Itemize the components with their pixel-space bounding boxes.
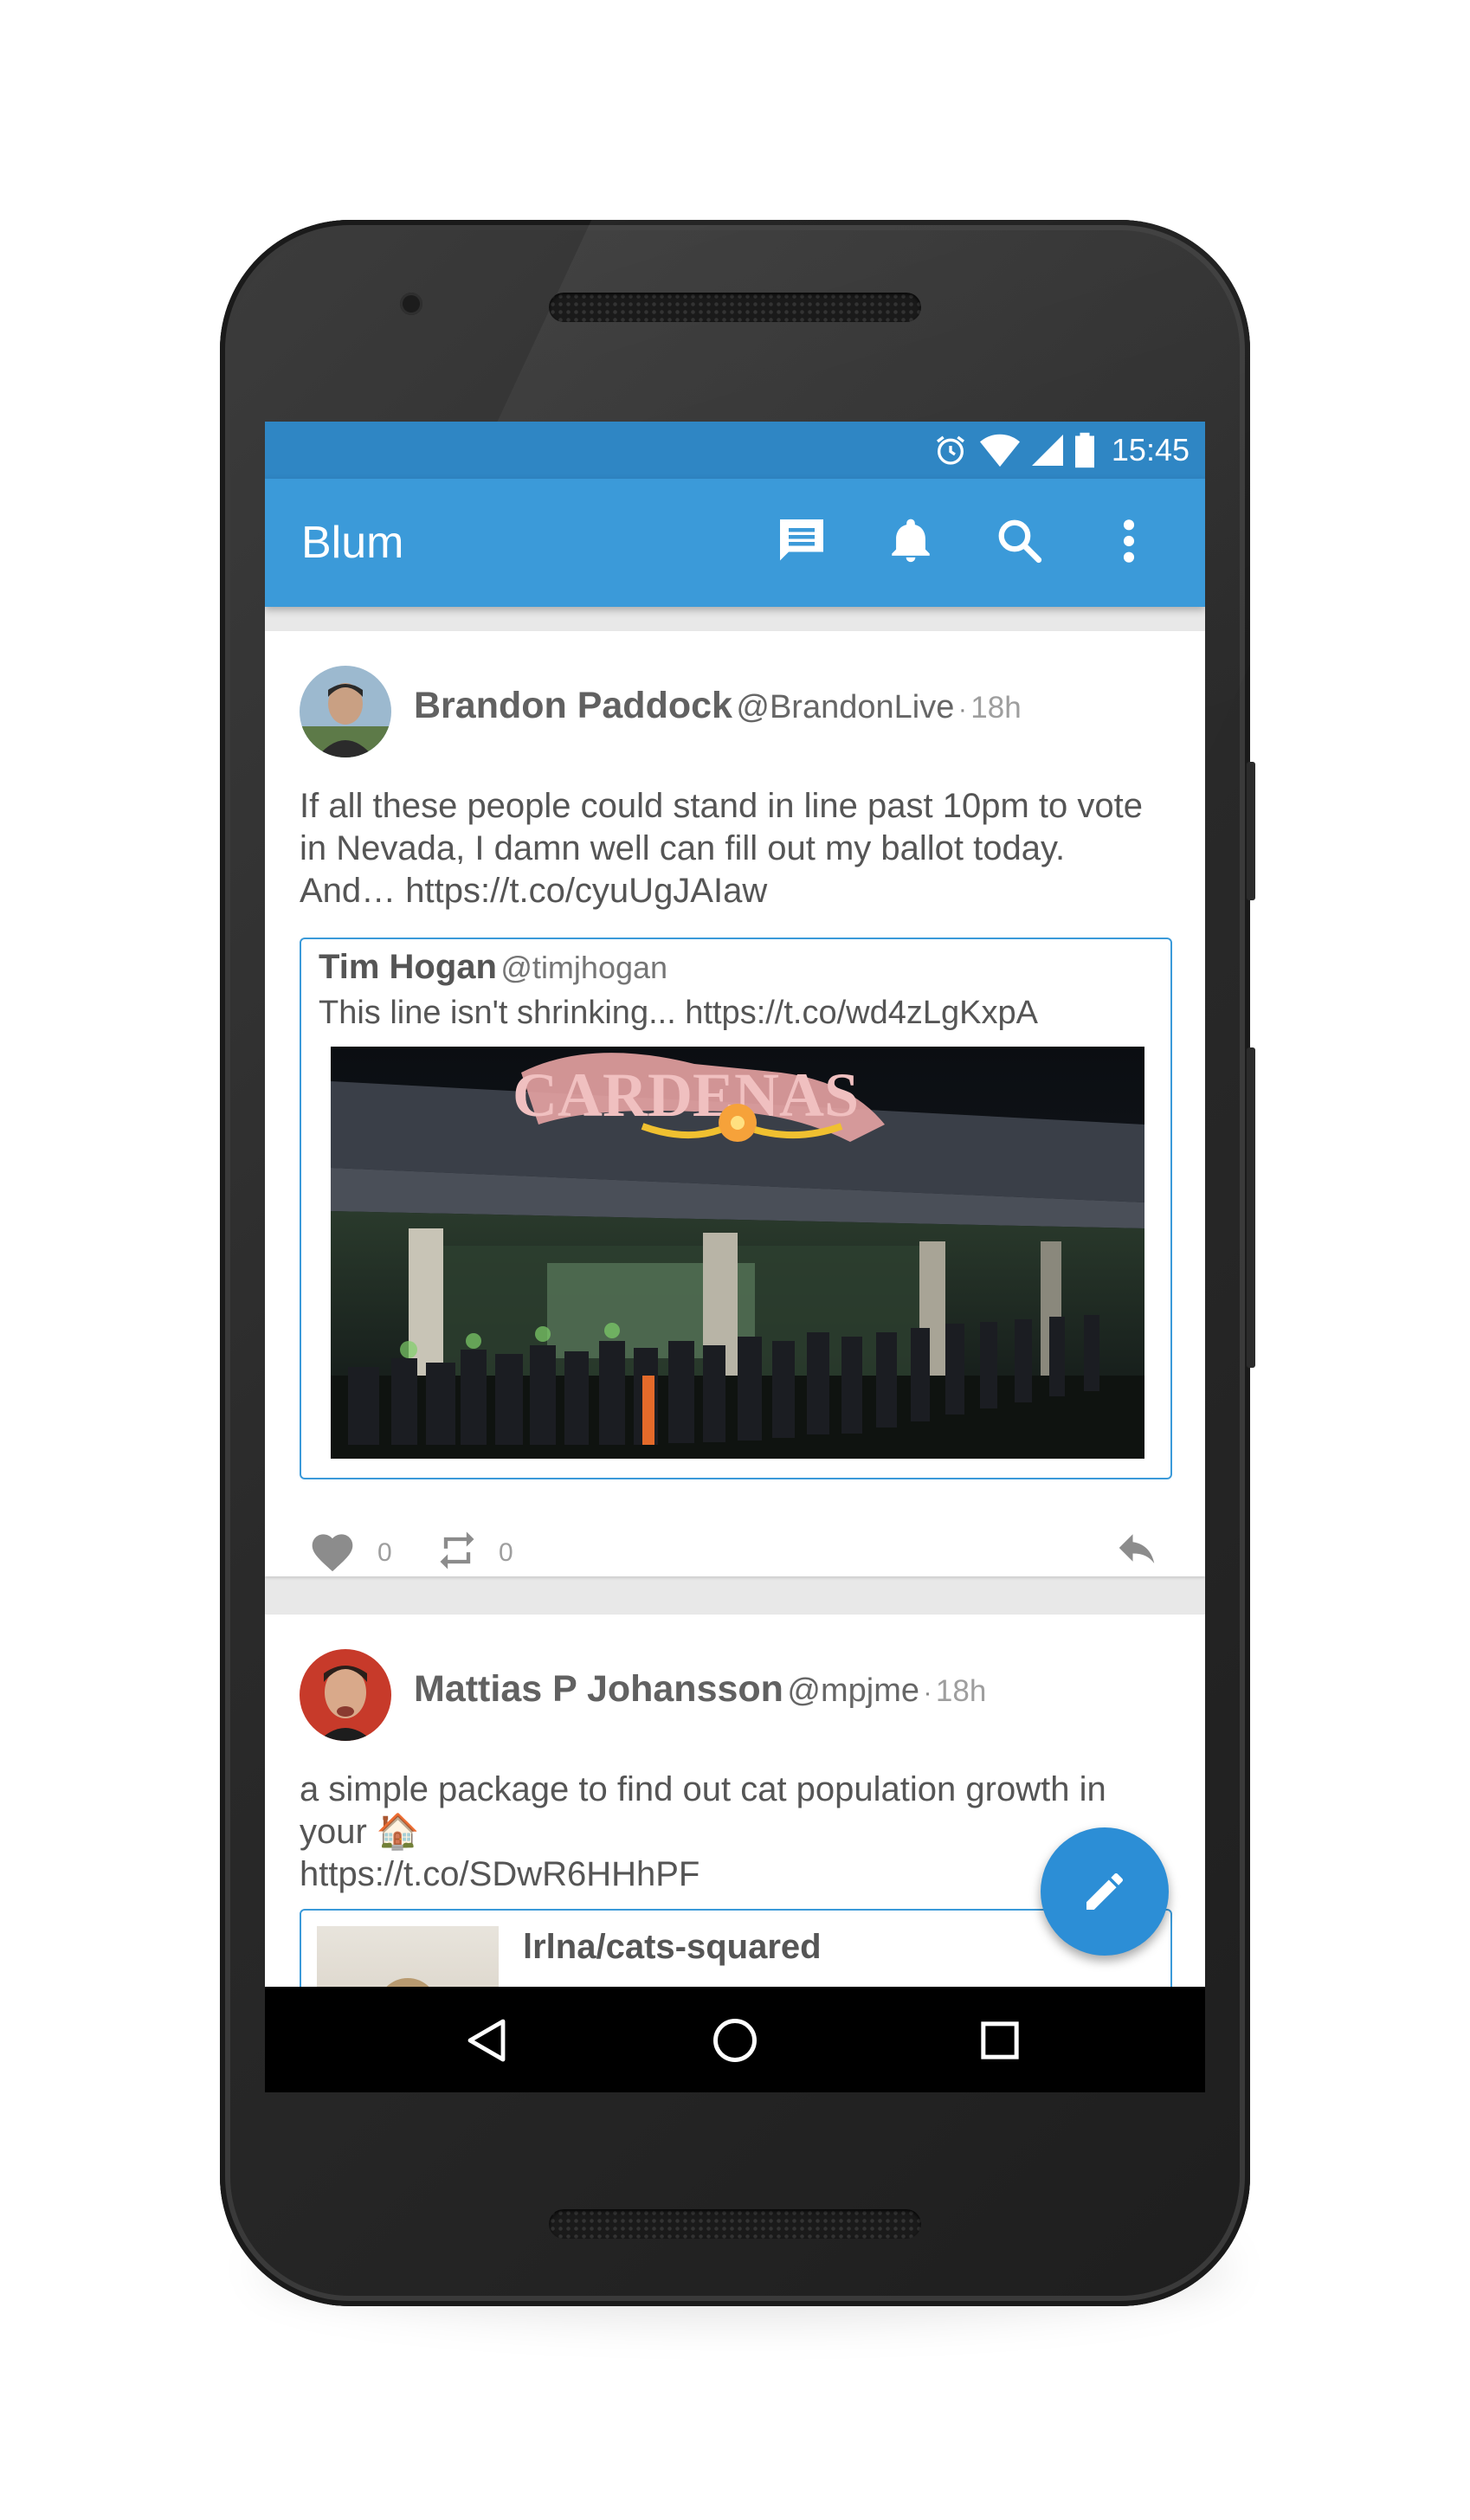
bottom-speaker [549,2209,921,2239]
tweet-time: 18h [935,1674,987,1708]
battery-icon [1074,432,1094,468]
link-card-title: lrlna/cats-squared [523,1928,822,1966]
tweet-header: Mattias P Johansson @mpjme · 18h [414,1668,986,1711]
alarm-icon [936,435,964,465]
author-name[interactable]: Brandon Paddock [414,685,732,726]
reply-icon [1119,1534,1155,1563]
compose-icon [1086,1872,1124,1910]
recents-button[interactable] [969,2009,1031,2072]
app-bar: Blum [265,479,1205,607]
messages-button[interactable] [770,510,833,572]
tweet-text: a simple package to find out cat populat… [300,1769,1165,1896]
store-sign: CARDENAS [513,1060,859,1130]
quoted-author-handle: @timjhogan [500,950,668,985]
like-count: 0 [377,1538,392,1567]
front-camera [400,293,422,315]
power-button [1247,762,1255,900]
tweet-actions: 0 0 [265,1514,1205,1583]
overflow-menu-icon [1123,519,1135,563]
notifications-icon [892,519,930,563]
avatar[interactable] [300,666,391,757]
tweet-card[interactable]: Brandon Paddock @BrandonLive · 18h If al… [265,631,1205,1576]
quoted-author-name: Tim Hogan [319,948,497,986]
heart-icon [312,1534,353,1572]
tweet-link[interactable]: https://t.co/SDwR6HHhPF [300,1853,1165,1896]
home-button[interactable] [704,2009,766,2072]
messages-icon [780,519,823,561]
status-icons: 15:45 [933,430,1190,470]
top-speaker [549,293,921,322]
tweet-text: If all these people could stand in line … [300,787,1143,910]
retweet-button[interactable] [435,1528,487,1576]
tweet-header: Brandon Paddock @BrandonLive · 18h [414,685,1022,727]
retweet-icon [440,1531,474,1569]
status-bar: 15:45 [265,422,1205,479]
quoted-photo[interactable]: CARDENAS [331,1047,1144,1459]
separator-dot: · [923,1679,932,1707]
quoted-tweet[interactable]: Tim Hogan @timjhogan This line isn't shr… [300,938,1172,1479]
author-handle[interactable]: @BrandonLive [736,689,954,725]
tweet-text-line: your 🏠 [300,1813,420,1851]
avatar[interactable] [300,1649,391,1741]
home-icon [713,2019,757,2062]
screen: 15:45 Blum Brandon Paddock @BrandonLive … [265,422,1205,2092]
navigation-bar [265,1987,1205,2092]
back-button[interactable] [455,2009,517,2072]
wifi-icon [979,434,1020,467]
search-icon [998,519,1042,564]
separator-dot: · [957,695,967,724]
overflow-menu-button[interactable] [1098,510,1160,572]
reply-button[interactable] [1113,1524,1165,1573]
retweet-count: 0 [499,1538,513,1567]
notifications-button[interactable] [880,510,942,572]
app-title: Blum [301,518,404,568]
volume-button [1247,1047,1255,1368]
quoted-text: This line isn't shrinking... https://t.c… [319,995,1038,1031]
status-time: 15:45 [1111,432,1190,467]
compose-button[interactable] [1041,1827,1169,1956]
back-icon [467,2019,506,2062]
search-button[interactable] [989,510,1051,572]
tweet-time: 18h [970,691,1022,725]
tweet-text-line: a simple package to find out cat populat… [300,1770,1106,1808]
signal-icon [1031,435,1063,466]
author-name[interactable]: Mattias P Johansson [414,1668,783,1710]
recents-icon [981,2021,1019,2059]
quoted-header: Tim Hogan @timjhogan [319,948,667,987]
author-handle[interactable]: @mpjme [787,1672,919,1709]
like-button[interactable] [308,1528,360,1576]
